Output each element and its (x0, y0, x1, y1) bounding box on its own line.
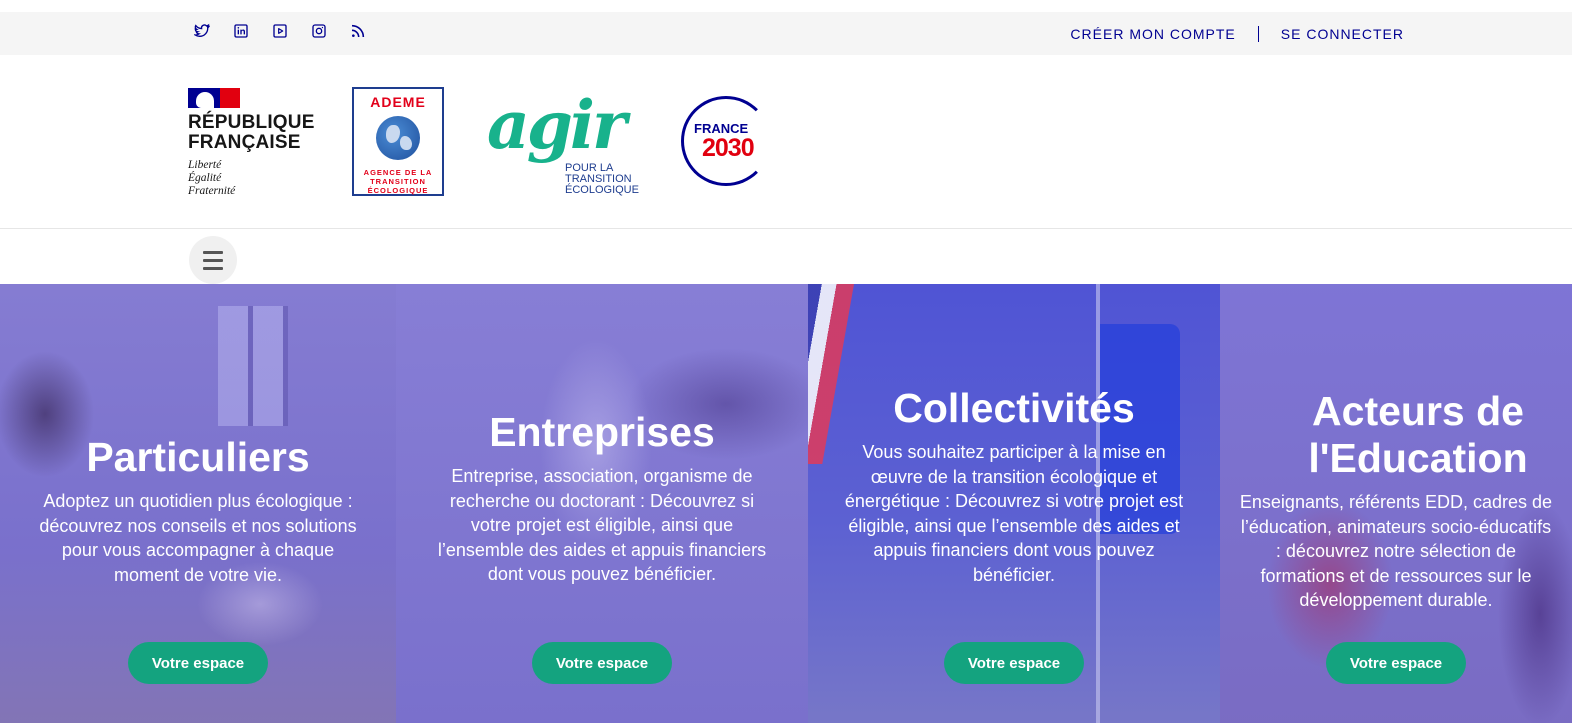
linkedin-icon[interactable] (232, 22, 250, 40)
republique-motto: Liberté Égalité Fraternité (188, 159, 236, 197)
votre-espace-button-education[interactable]: Votre espace (1326, 642, 1466, 684)
twitter-icon[interactable] (193, 22, 211, 40)
panel-title: Acteurs de l'Education (1308, 388, 1528, 481)
panel-title: Collectivités (893, 385, 1135, 431)
hero-audience-panels: Particuliers Adoptez un quotidien plus é… (0, 284, 1572, 723)
link-separator (1257, 25, 1259, 42)
votre-espace-button-entreprises[interactable]: Votre espace (532, 642, 672, 684)
hamburger-icon (203, 250, 223, 254)
panel-particuliers: Particuliers Adoptez un quotidien plus é… (0, 284, 396, 723)
panel-title: Entreprises (489, 409, 715, 455)
republique-name: RÉPUBLIQUE FRANÇAISE (188, 112, 315, 153)
panel-content: Acteurs de l'Education Enseignants, réfé… (1220, 388, 1572, 613)
panel-acteurs-education: Acteurs de l'Education Enseignants, réfé… (1220, 284, 1572, 723)
panel-content: Entreprises Entreprise, association, org… (396, 409, 808, 587)
agir-wordmark: agir (487, 86, 627, 164)
window-decoration (218, 306, 288, 426)
france-2030-logo[interactable]: FRANCE 2030 (681, 96, 773, 188)
header-logos: RÉPUBLIQUE FRANÇAISE Liberté Égalité Fra… (0, 55, 1572, 229)
account-links: CRÉER MON COMPTE SE CONNECTER (1070, 12, 1404, 55)
main-nav-bar (0, 229, 1572, 284)
login-link[interactable]: SE CONNECTER (1281, 26, 1404, 42)
votre-espace-button-collectivites[interactable]: Votre espace (944, 642, 1084, 684)
agir-logo[interactable]: agir POUR LA TRANSITION ÉCOLOGIQUE (487, 85, 642, 197)
panel-entreprises: Entreprises Entreprise, association, org… (396, 284, 808, 723)
social-links (193, 22, 367, 40)
votre-espace-button-particuliers[interactable]: Votre espace (128, 642, 268, 684)
instagram-icon[interactable] (310, 22, 328, 40)
panel-description: Adoptez un quotidien plus écologique : d… (39, 491, 357, 585)
marianne-flag-icon (188, 88, 240, 108)
france-2030-year: 2030 (702, 134, 755, 162)
create-account-link[interactable]: CRÉER MON COMPTE (1070, 26, 1235, 42)
panel-collectivites: Collectivités Vous souhaitez participer … (808, 284, 1220, 723)
ademe-logo[interactable]: ADEME AGENCE DE LA TRANSITION ÉCOLOGIQUE (352, 87, 444, 196)
ademe-subtitle: AGENCE DE LA TRANSITION ÉCOLOGIQUE (363, 168, 433, 195)
panel-content: Collectivités Vous souhaitez participer … (808, 385, 1220, 587)
ademe-title: ADEME (370, 94, 426, 110)
panel-title: Particuliers (86, 434, 310, 480)
panel-description: Enseignants, référents EDD, cadres de l’… (1239, 492, 1553, 610)
panel-content: Particuliers Adoptez un quotidien plus é… (0, 434, 396, 587)
globe-icon (376, 116, 420, 160)
panel-description: Entreprise, association, organisme de re… (437, 466, 767, 584)
rss-icon[interactable] (349, 22, 367, 40)
agir-subtitle: POUR LA TRANSITION ÉCOLOGIQUE (565, 162, 639, 196)
top-utility-bar: CRÉER MON COMPTE SE CONNECTER (0, 12, 1572, 55)
hamburger-menu-button[interactable] (189, 236, 237, 284)
panel-description: Vous souhaitez participer à la mise en œ… (844, 442, 1184, 585)
youtube-icon[interactable] (271, 22, 289, 40)
top-strip (0, 0, 1572, 12)
republique-francaise-logo[interactable]: RÉPUBLIQUE FRANÇAISE Liberté Égalité Fra… (188, 88, 318, 198)
